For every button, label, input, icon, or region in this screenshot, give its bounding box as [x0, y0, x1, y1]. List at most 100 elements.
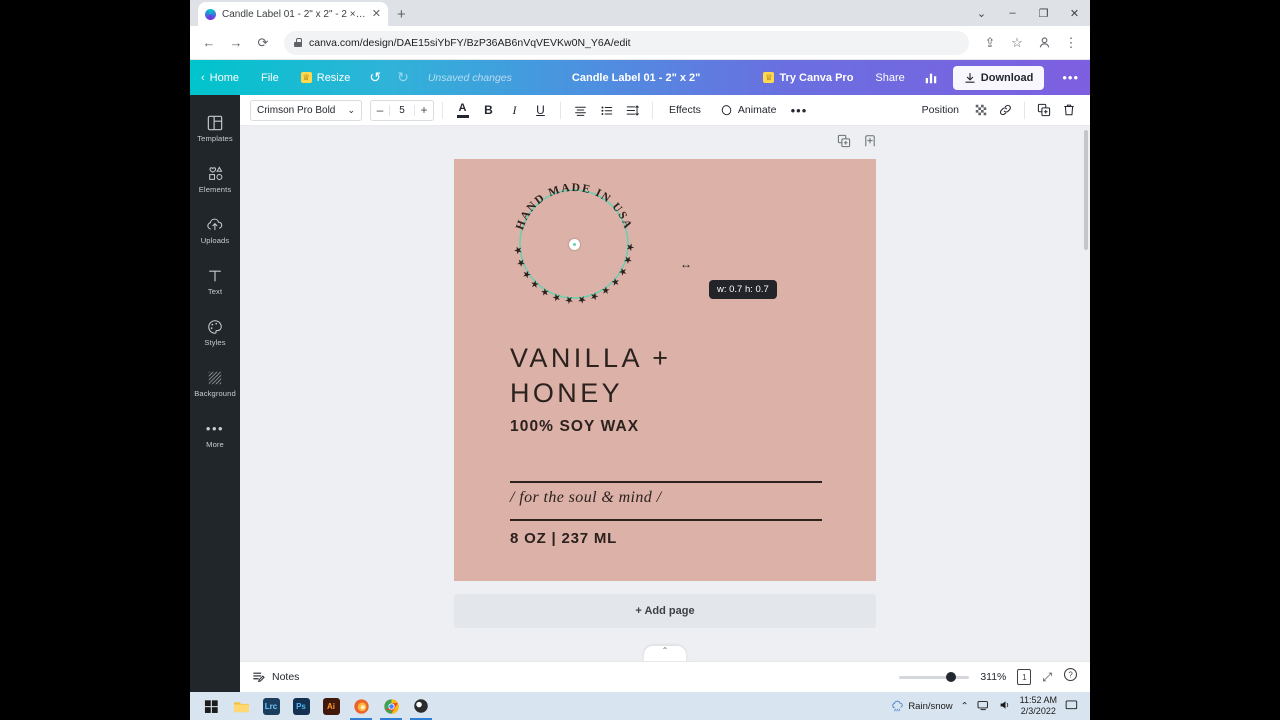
label-tagline[interactable]: / for the soul & mind /: [510, 489, 661, 507]
zoom-slider-knob[interactable]: [946, 671, 957, 682]
canvas-stage[interactable]: HAND MADE IN USA ★★★★★★★★★★★★★★★★★★★★ ↔ …: [240, 126, 1090, 661]
zoom-slider[interactable]: [899, 671, 970, 682]
font-size-stepper[interactable]: – 5 +: [370, 99, 434, 121]
bold-button[interactable]: B: [477, 99, 500, 122]
zoom-level[interactable]: 311%: [980, 671, 1006, 683]
text-align-button[interactable]: [569, 99, 592, 122]
font-size-decrease[interactable]: –: [371, 103, 389, 117]
home-button[interactable]: ‹ Home: [190, 60, 250, 95]
sidebar-item-templates[interactable]: Templates: [190, 103, 240, 154]
share-button[interactable]: Share: [864, 60, 915, 95]
label-size[interactable]: 8 OZ | 237 ML: [510, 530, 617, 547]
back-icon[interactable]: ←: [198, 32, 220, 54]
text-icon: [207, 267, 223, 284]
italic-icon: I: [512, 102, 517, 117]
link-button[interactable]: [994, 99, 1017, 122]
file-menu[interactable]: File: [250, 60, 290, 95]
font-family-select[interactable]: Crimson Pro Bold ⌄: [250, 99, 362, 121]
sidebar-item-text[interactable]: Text: [190, 256, 240, 307]
close-window-button[interactable]: ✕: [1059, 0, 1090, 26]
position-button[interactable]: Position: [914, 99, 967, 122]
taskbar-app-illustrator[interactable]: Ai: [316, 692, 346, 720]
notification-icon[interactable]: [1065, 699, 1078, 714]
try-canva-pro-button[interactable]: Try Canva Pro: [752, 60, 864, 95]
taskbar-app-firefox[interactable]: [346, 692, 376, 720]
sidebar-item-more[interactable]: ••• More: [190, 409, 240, 460]
resize-button[interactable]: Resize: [290, 60, 362, 95]
illustrator-icon: Ai: [322, 697, 340, 715]
font-size-increase[interactable]: +: [415, 103, 433, 117]
page-indicator[interactable]: 1: [1017, 667, 1034, 685]
duplicate-page-icon[interactable]: [837, 134, 851, 153]
chevron-up-icon[interactable]: ⌃: [961, 701, 969, 712]
animate-button[interactable]: Animate: [712, 99, 785, 122]
volume-icon[interactable]: [999, 699, 1012, 714]
underline-button[interactable]: U: [529, 99, 552, 122]
vertical-scrollbar[interactable]: [1084, 130, 1088, 250]
text-color-button[interactable]: A: [451, 99, 474, 122]
close-icon[interactable]: ✕: [372, 8, 381, 20]
maximize-button[interactable]: ❐: [1028, 0, 1059, 26]
redo-button[interactable]: ↻: [389, 60, 417, 95]
undo-button[interactable]: ↺: [361, 60, 389, 95]
sidebar-item-background[interactable]: Background: [190, 358, 240, 409]
circular-badge-element[interactable]: HAND MADE IN USA ★★★★★★★★★★★★★★★★★★★★: [505, 173, 637, 307]
duplicate-button[interactable]: [1032, 99, 1055, 122]
work-area: Crimson Pro Bold ⌄ – 5 + A B I U Effects…: [240, 95, 1090, 692]
clock-time: 11:52 AM: [1019, 695, 1057, 706]
font-size-value[interactable]: 5: [389, 104, 415, 116]
browser-menu-icon[interactable]: ⋮: [1060, 32, 1082, 54]
collapse-panel-handle[interactable]: ⌃: [644, 646, 686, 661]
more-icon: •••: [1062, 70, 1079, 85]
download-button[interactable]: Download: [952, 65, 1045, 90]
help-icon[interactable]: ?: [1063, 667, 1078, 687]
canva-top-bar: ‹ Home File Resize ↺ ↻ Unsaved changes C…: [190, 60, 1090, 95]
fullscreen-icon[interactable]: ⤢: [1042, 670, 1052, 685]
taskbar-app-chrome[interactable]: [376, 692, 406, 720]
italic-button[interactable]: I: [503, 99, 526, 122]
browser-tab[interactable]: Candle Label 01 - 2" x 2" - 2 × 2... ✕: [198, 2, 388, 26]
insights-icon[interactable]: [916, 60, 946, 95]
toolbar-more-button[interactable]: •••: [787, 99, 810, 122]
taskbar-app-photoshop[interactable]: Ps: [286, 692, 316, 720]
taskbar-app-lightroom[interactable]: Lrc: [256, 692, 286, 720]
bullet-list-button[interactable]: [595, 99, 618, 122]
line-spacing-button[interactable]: [621, 99, 644, 122]
bookmark-star-icon[interactable]: ☆: [1006, 32, 1028, 54]
color-letter: A: [458, 101, 467, 114]
reload-icon[interactable]: ⟳: [252, 32, 274, 54]
sidebar-item-uploads[interactable]: Uploads: [190, 205, 240, 256]
taskbar-app-obs[interactable]: [406, 692, 436, 720]
new-tab-button[interactable]: +: [397, 7, 406, 26]
label-title[interactable]: VANILLA + HONEY: [510, 341, 671, 410]
chevron-down-icon[interactable]: ⌄: [966, 0, 997, 26]
clock[interactable]: 11:52 AM 2/3/2022: [1020, 695, 1057, 716]
address-bar[interactable]: canva.com/design/DAE15siYbFY/BzP36AB6nVq…: [284, 30, 969, 55]
sidebar-label: Elements: [198, 185, 232, 194]
sidebar-item-elements[interactable]: Elements: [190, 154, 240, 205]
label-subtitle[interactable]: 100% SOY WAX: [510, 418, 639, 436]
sidebar-item-styles[interactable]: Styles: [190, 307, 240, 358]
transparency-button[interactable]: [969, 99, 992, 122]
share-icon[interactable]: ⇪: [979, 32, 1001, 54]
taskbar-app-file-explorer[interactable]: [226, 692, 256, 720]
divider: [560, 101, 561, 119]
lightroom-icon: Lrc: [262, 697, 280, 715]
design-page[interactable]: HAND MADE IN USA ★★★★★★★★★★★★★★★★★★★★ ↔ …: [454, 159, 876, 581]
rotate-center-handle[interactable]: [568, 238, 580, 250]
spacing-icon: [626, 104, 639, 116]
forward-icon[interactable]: →: [225, 32, 247, 54]
weather-widget[interactable]: Rain/snow: [891, 700, 953, 713]
start-button[interactable]: [196, 692, 226, 720]
profile-avatar[interactable]: [1033, 32, 1055, 54]
more-options-button[interactable]: •••: [1051, 60, 1090, 95]
network-icon[interactable]: [977, 699, 991, 714]
notes-button[interactable]: Notes: [252, 670, 299, 684]
minimize-button[interactable]: –: [997, 0, 1028, 26]
add-page-button[interactable]: + Add page: [454, 594, 876, 628]
delete-button[interactable]: [1057, 99, 1080, 122]
add-page-icon[interactable]: [863, 134, 877, 153]
unsaved-status: Unsaved changes: [427, 71, 512, 84]
document-title[interactable]: Candle Label 01 - 2" x 2": [572, 72, 700, 84]
effects-button[interactable]: Effects: [661, 99, 709, 122]
